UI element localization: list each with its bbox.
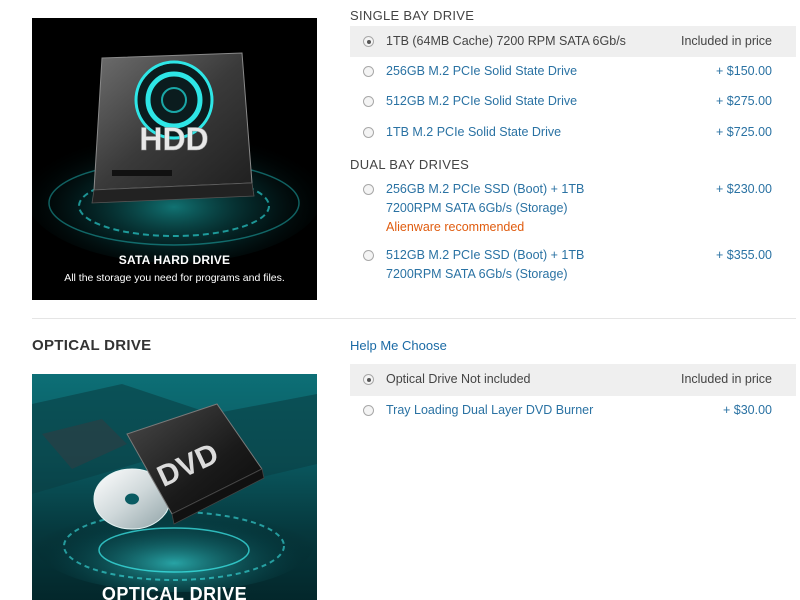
radio-button[interactable] — [363, 127, 374, 138]
storage-option-256gb-ssd[interactable]: 256GB M.2 PCIe Solid State Drive + $150.… — [350, 62, 796, 81]
radio-button[interactable] — [363, 250, 374, 261]
radio-button[interactable] — [363, 66, 374, 77]
optical-drive-heading: OPTICAL DRIVE — [32, 337, 152, 354]
option-price: + $355.00 — [716, 248, 772, 262]
help-me-choose-link[interactable]: Help Me Choose — [350, 338, 447, 353]
option-label-line: 7200RPM SATA 6Gb/s (Storage) — [386, 201, 568, 215]
storage-option-512gb-ssd[interactable]: 512GB M.2 PCIe Solid State Drive + $275.… — [350, 92, 796, 111]
hdd-promo-subtitle: All the storage you need for programs an… — [64, 272, 285, 284]
option-label-line: 7200RPM SATA 6Gb/s (Storage) — [386, 267, 568, 281]
single-bay-title: SINGLE BAY DRIVE — [350, 8, 475, 23]
option-price: Included in price — [680, 372, 772, 386]
radio-button[interactable] — [363, 405, 374, 416]
option-label: 512GB M.2 PCIe SSD (Boot) + 1TB 7200RPM … — [386, 246, 601, 284]
option-price: + $275.00 — [716, 94, 772, 108]
dvd-illustration: DVD — [32, 384, 317, 592]
optical-option-none[interactable]: Optical Drive Not included Included in p… — [350, 364, 796, 396]
storage-option-1tb-hdd[interactable]: 1TB (64MB Cache) 7200 RPM SATA 6Gb/s Inc… — [350, 26, 796, 57]
option-label-line: 256GB M.2 PCIe SSD (Boot) + 1TB — [386, 182, 585, 196]
section-divider — [32, 318, 796, 319]
option-label: 1TB M.2 PCIe Solid State Drive — [386, 125, 562, 139]
radio-button-selected[interactable] — [363, 36, 374, 47]
option-price: + $150.00 — [716, 64, 772, 78]
optical-option-dvd-burner[interactable]: Tray Loading Dual Layer DVD Burner + $30… — [350, 401, 796, 420]
radio-button[interactable] — [363, 184, 374, 195]
dvd-promo-image: DVD OPTICAL DRIVE — [32, 374, 317, 600]
option-label: 256GB M.2 PCIe SSD (Boot) + 1TB 7200RPM … — [386, 180, 601, 237]
hdd-promo-image: HDD SATA HARD DRIVE All the storage you … — [32, 18, 317, 300]
hdd-icon-text: HDD — [139, 121, 208, 157]
storage-option-1tb-ssd[interactable]: 1TB M.2 PCIe Solid State Drive + $725.00 — [350, 123, 796, 142]
option-label-line: 512GB M.2 PCIe SSD (Boot) + 1TB — [386, 248, 585, 262]
hdd-promo-title: SATA HARD DRIVE — [118, 253, 231, 267]
option-label: 1TB (64MB Cache) 7200 RPM SATA 6Gb/s — [386, 34, 626, 48]
option-label: Tray Loading Dual Layer DVD Burner — [386, 403, 594, 417]
option-price: + $230.00 — [716, 182, 772, 196]
storage-option-256gb-dual[interactable]: 256GB M.2 PCIe SSD (Boot) + 1TB 7200RPM … — [350, 180, 796, 237]
option-label: Optical Drive Not included — [386, 372, 531, 386]
option-price: + $30.00 — [722, 403, 772, 417]
storage-option-512gb-dual[interactable]: 512GB M.2 PCIe SSD (Boot) + 1TB 7200RPM … — [350, 246, 796, 284]
option-price: + $725.00 — [716, 125, 772, 139]
recommended-badge: Alienware recommended — [386, 220, 525, 234]
option-label: 256GB M.2 PCIe Solid State Drive — [386, 64, 578, 78]
radio-button-selected[interactable] — [363, 374, 374, 385]
dvd-promo-title: OPTICAL DRIVE — [101, 584, 248, 600]
option-label: 512GB M.2 PCIe Solid State Drive — [386, 94, 578, 108]
option-price: Included in price — [680, 34, 772, 48]
radio-button[interactable] — [363, 96, 374, 107]
dual-bay-title: DUAL BAY DRIVES — [350, 157, 470, 172]
